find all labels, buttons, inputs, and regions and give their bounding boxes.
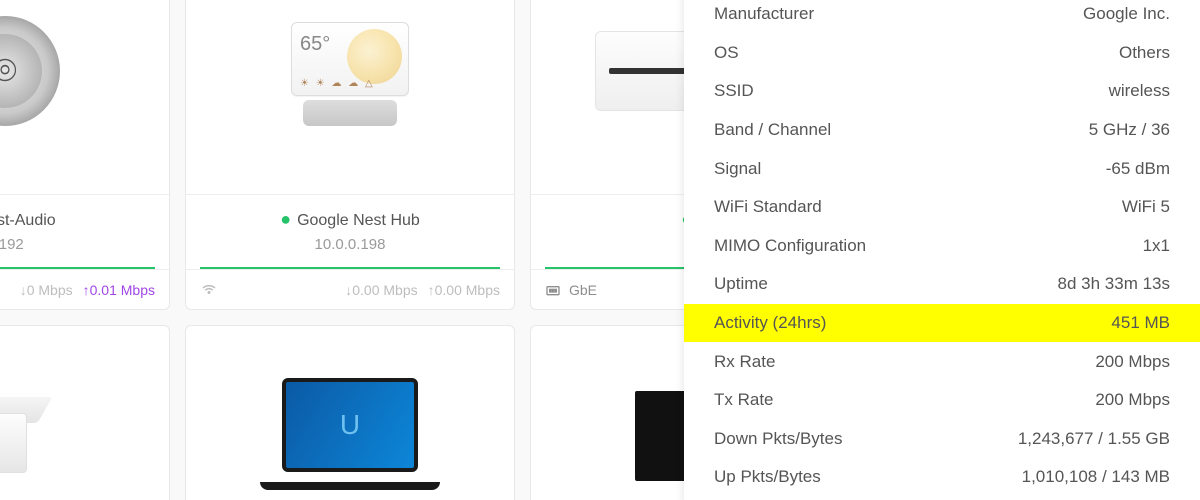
details-panel: Manufacturer Google Inc. OS Others SSID wirel…: [684, 0, 1200, 500]
row-key: Band / Channel: [714, 120, 831, 140]
device-ip: 0.192: [0, 236, 151, 253]
device-image: ⌾: [0, 0, 169, 151]
row-value: 5 GHz / 36: [1089, 120, 1170, 140]
wifi-icon: [200, 279, 232, 300]
row-key: Tx Rate: [714, 390, 774, 410]
device-name: Google Nest Hub: [297, 212, 420, 229]
row-key: Rx Rate: [714, 352, 775, 372]
details-table: Manufacturer Google Inc. OS Others SSID wirel…: [684, 0, 1200, 497]
down-rate: 0 Mbps: [27, 282, 73, 298]
up-rate: 0.01 Mbps: [90, 282, 155, 298]
row-value: 8d 3h 33m 13s: [1058, 274, 1170, 294]
status-dot-icon: ●: [280, 209, 291, 229]
row-value: 1,010,108 / 143 MB: [1022, 467, 1170, 487]
device-footer: ↓0.00 Mbps ↑0.00 Mbps: [186, 269, 514, 309]
row-key: Activity (24hrs): [714, 313, 826, 333]
down-rate: 0.00 Mbps: [352, 282, 417, 298]
details-row: SSID wireless: [714, 72, 1170, 111]
row-key: Manufacturer: [714, 4, 814, 24]
device-card[interactable]: ⌾ ●ecast-Audio 0.192 ↓0 Mbps ↑0.01 Mbps: [0, 0, 170, 310]
row-value: -65 dBm: [1106, 159, 1170, 179]
row-key: Down Pkts/Bytes: [714, 429, 843, 449]
row-key: Up Pkts/Bytes: [714, 467, 821, 487]
row-key: Uptime: [714, 274, 768, 294]
device-name: ecast-Audio: [0, 212, 56, 229]
details-row: WiFi Standard WiFi 5: [714, 188, 1170, 227]
ethernet-label: GbE: [569, 282, 597, 298]
row-key: SSID: [714, 81, 754, 101]
row-value: 200 Mbps: [1095, 352, 1170, 372]
details-row: Signal -65 dBm: [714, 149, 1170, 188]
row-value: WiFi 5: [1122, 197, 1170, 217]
up-arrow-icon: ↑: [428, 282, 435, 298]
down-arrow-icon: ↓: [345, 282, 352, 298]
details-row: Band / Channel 5 GHz / 36: [714, 111, 1170, 150]
up-arrow-icon: ↑: [83, 282, 90, 298]
details-row: Tx Rate 200 Mbps: [714, 381, 1170, 420]
device-image: U: [186, 326, 514, 500]
details-row: OS Others: [714, 34, 1170, 73]
details-row: MIMO Configuration 1x1: [714, 227, 1170, 266]
row-value: 451 MB: [1111, 313, 1170, 333]
device-card[interactable]: ◎: [0, 325, 170, 500]
details-row: Manufacturer Google Inc.: [714, 0, 1170, 34]
up-rate: 0.00 Mbps: [435, 282, 500, 298]
row-value: Others: [1119, 43, 1170, 63]
ethernet-icon: GbE: [545, 282, 597, 298]
device-image: 65° ☀ ☀ ☁ ☁ △: [186, 0, 514, 151]
details-row: Uptime 8d 3h 33m 13s: [714, 265, 1170, 304]
row-value: 1x1: [1143, 236, 1170, 256]
device-card[interactable]: U: [185, 325, 515, 500]
row-key: Signal: [714, 159, 761, 179]
device-meta: ● Google Nest Hub 10.0.0.198: [186, 194, 514, 269]
device-card[interactable]: 65° ☀ ☀ ☁ ☁ △ ● Google Nest Hub 10.0.0.19…: [185, 0, 515, 310]
details-row: Down Pkts/Bytes 1,243,677 / 1.55 GB: [714, 420, 1170, 459]
row-value: Google Inc.: [1083, 4, 1170, 24]
details-row: Up Pkts/Bytes 1,010,108 / 143 MB: [714, 458, 1170, 497]
down-arrow-icon: ↓: [20, 282, 27, 298]
device-ip: 10.0.0.198: [204, 236, 496, 253]
device-image: ◎: [0, 326, 169, 500]
row-value: 1,243,677 / 1.55 GB: [1018, 429, 1170, 449]
row-key: MIMO Configuration: [714, 236, 866, 256]
device-footer: ↓0 Mbps ↑0.01 Mbps: [0, 269, 169, 309]
row-value: 200 Mbps: [1095, 390, 1170, 410]
details-row: Rx Rate 200 Mbps: [714, 342, 1170, 381]
row-key: OS: [714, 43, 739, 63]
details-row: Activity (24hrs) 451 MB: [684, 304, 1200, 343]
row-key: WiFi Standard: [714, 197, 822, 217]
device-meta: ●ecast-Audio 0.192: [0, 194, 169, 269]
row-value: wireless: [1109, 81, 1170, 101]
